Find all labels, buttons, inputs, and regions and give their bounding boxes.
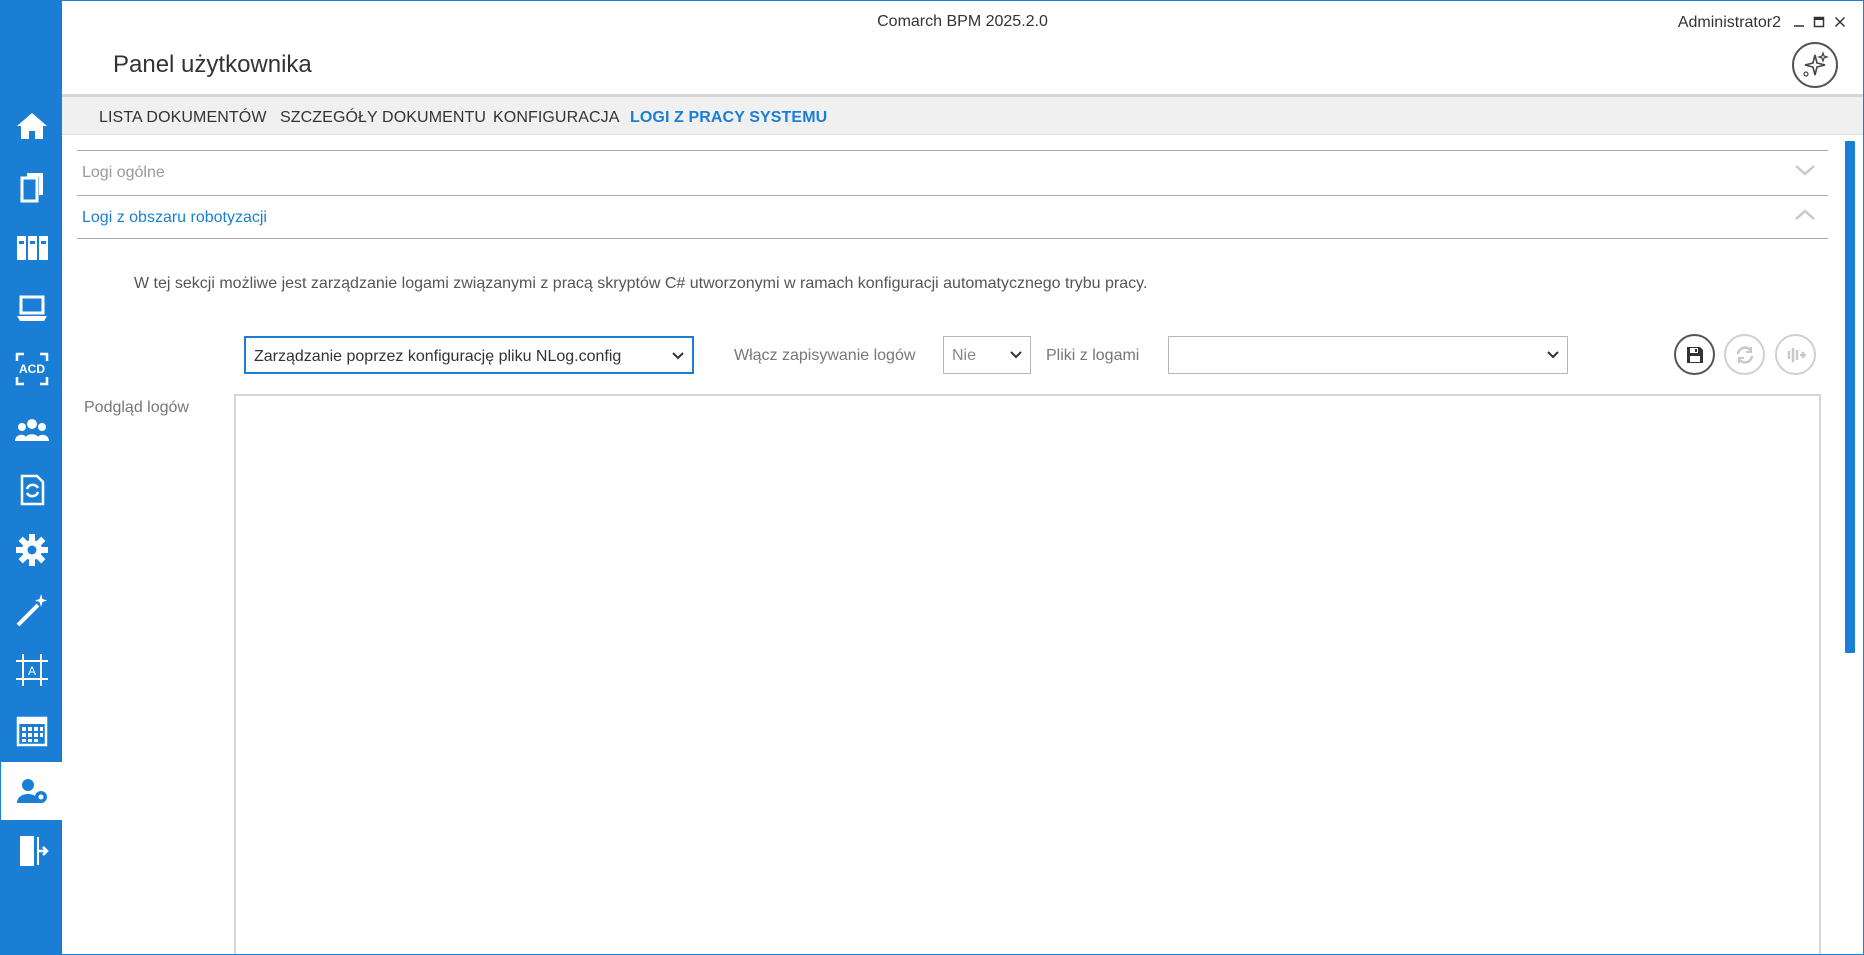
- save-icon: [1686, 346, 1703, 363]
- user-name[interactable]: Administrator2: [1678, 14, 1781, 32]
- designer-frame-icon: A: [15, 654, 48, 686]
- equalizer-icon: [1787, 347, 1806, 362]
- accordion-general-logs[interactable]: Logi ogólne: [77, 150, 1828, 195]
- magic-wand-icon: [16, 594, 47, 627]
- minimize-button[interactable]: [1790, 13, 1808, 31]
- sidebar-item-calendar[interactable]: [1, 702, 62, 760]
- section-description: W tej sekcji możliwe jest zarządzanie lo…: [134, 275, 1148, 292]
- sidebar-item-document-sync[interactable]: [1, 461, 62, 519]
- sidebar-item-designer[interactable]: A: [1, 641, 62, 699]
- refresh-icon: [1736, 345, 1753, 364]
- gear-icon: [15, 534, 48, 566]
- log-files-label: Pliki z logami: [1046, 347, 1140, 364]
- laptop-icon: [16, 295, 47, 321]
- accordion-robotization-logs[interactable]: Logi z obszaru robotyzacji: [77, 195, 1828, 240]
- tab-document-list[interactable]: LISTA DOKUMENTÓW: [99, 109, 267, 127]
- accordion-general-logs-label: Logi ogólne: [82, 164, 165, 181]
- tab-system-logs[interactable]: LOGI Z PRACY SYSTEMU: [630, 109, 827, 127]
- chevron-down-icon: [1010, 351, 1022, 359]
- page-title: Panel użytkownika: [113, 51, 312, 78]
- sidebar: ACD A: [1, 1, 62, 954]
- sidebar-item-user-panel[interactable]: [1, 762, 62, 820]
- log-files-select[interactable]: [1168, 336, 1568, 374]
- app-title: Comarch BPM 2025.2.0: [877, 13, 1048, 30]
- home-icon: [16, 113, 47, 139]
- documents-icon: [20, 173, 43, 203]
- divider: [77, 238, 1828, 239]
- save-button[interactable]: [1674, 334, 1715, 375]
- app-window: ACD A Comarch BPM 2025.2.0 Administrator…: [0, 0, 1864, 955]
- log-preview-label: Podgląd logów: [84, 399, 189, 416]
- refresh-button[interactable]: [1724, 334, 1765, 375]
- sidebar-item-acd[interactable]: ACD: [1, 340, 62, 398]
- enable-logging-select[interactable]: Nie: [943, 336, 1031, 374]
- accordion-robotization-logs-label: Logi z obszaru robotyzacji: [82, 209, 267, 226]
- chevron-down-icon: [672, 352, 684, 360]
- user-settings-icon: [16, 779, 47, 803]
- enable-logging-label: Włącz zapisywanie logów: [734, 347, 916, 364]
- sidebar-item-logout[interactable]: [1, 822, 62, 880]
- sidebar-item-laptop[interactable]: [1, 279, 62, 337]
- close-button[interactable]: [1831, 13, 1849, 31]
- chevron-down-icon: [1547, 351, 1559, 359]
- maximize-icon: [1813, 16, 1825, 28]
- logout-door-icon: [19, 836, 49, 866]
- chevron-up-icon: [1795, 209, 1815, 220]
- log-preview-area[interactable]: [234, 394, 1821, 954]
- title-bar: Comarch BPM 2025.2.0 Administrator2: [62, 1, 1863, 45]
- scrollbar[interactable]: [1845, 141, 1855, 653]
- binders-icon: [16, 236, 48, 260]
- log-management-mode-select[interactable]: Zarządzanie poprzez konfigurację pliku N…: [244, 336, 694, 374]
- chevron-down-icon: [1795, 165, 1815, 176]
- maximize-button[interactable]: [1810, 13, 1828, 31]
- sidebar-item-home[interactable]: [1, 97, 62, 155]
- document-sync-icon: [20, 474, 44, 506]
- tab-bar: LISTA DOKUMENTÓW SZCZEGÓŁY DOKUMENTU KON…: [62, 94, 1863, 135]
- ai-assistant-button[interactable]: [1792, 42, 1838, 88]
- tab-document-details[interactable]: SZCZEGÓŁY DOKUMENTU: [280, 109, 486, 127]
- sidebar-item-users[interactable]: [1, 401, 62, 459]
- sidebar-item-automation[interactable]: [1, 581, 62, 639]
- users-group-icon: [14, 419, 49, 441]
- sidebar-item-documents[interactable]: [1, 158, 62, 216]
- log-levels-button[interactable]: [1775, 334, 1816, 375]
- designer-icon-text: A: [27, 664, 35, 678]
- sidebar-item-binders[interactable]: [1, 219, 62, 277]
- acd-icon: ACD: [15, 352, 48, 386]
- log-management-mode-value: Zarządzanie poprzez konfigurację pliku N…: [254, 348, 622, 365]
- acd-icon-text: ACD: [19, 362, 45, 376]
- minimize-icon: [1794, 25, 1804, 27]
- close-icon: [1834, 16, 1846, 28]
- sparkles-icon: [1803, 51, 1829, 77]
- sidebar-item-settings[interactable]: [1, 521, 62, 579]
- enable-logging-value: Nie: [952, 347, 977, 364]
- calendar-icon: [16, 716, 47, 747]
- tab-configuration[interactable]: KONFIGURACJA: [493, 109, 620, 127]
